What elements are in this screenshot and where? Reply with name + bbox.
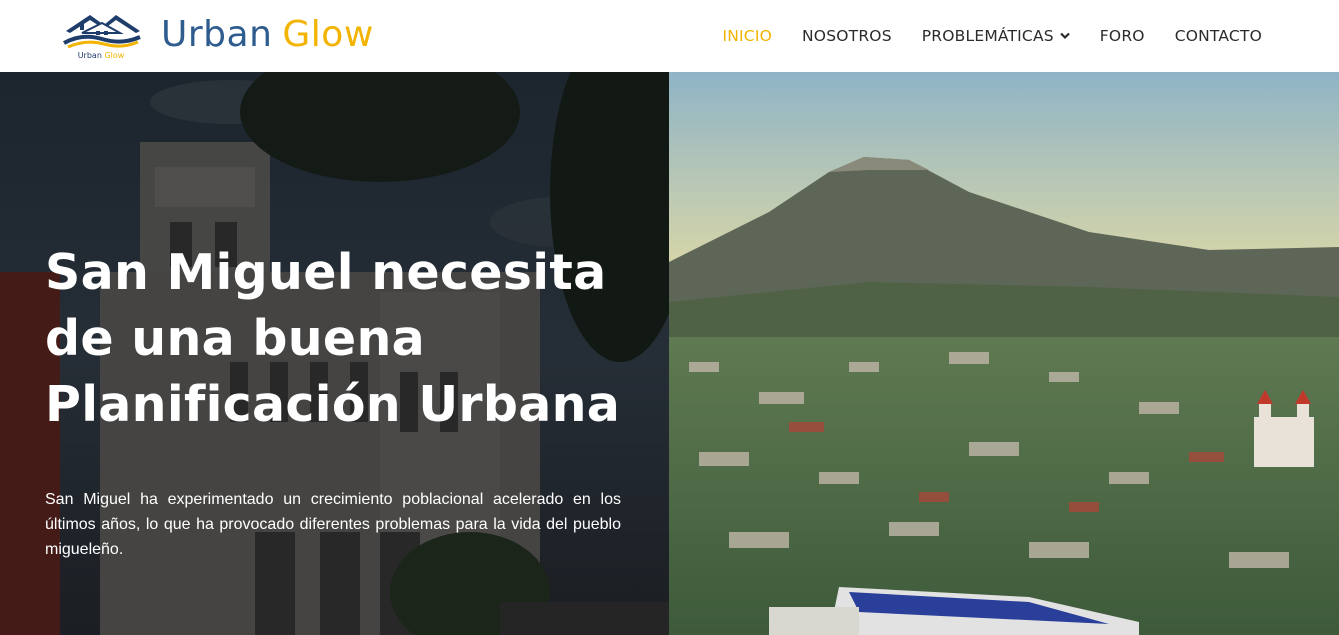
nav-label: INICIO bbox=[722, 27, 773, 45]
nav-label: FORO bbox=[1099, 27, 1145, 45]
nav-item-contacto[interactable]: CONTACTO bbox=[1175, 27, 1262, 45]
logo-house-icon[interactable]: Urban Glow bbox=[60, 9, 142, 61]
chevron-down-icon bbox=[1060, 32, 1070, 40]
brand-word-glow: Glow bbox=[282, 14, 374, 55]
nav-item-problematicas[interactable]: PROBLEMÁTICAS bbox=[922, 27, 1070, 45]
hero-section: San Miguel necesita de una buena Planifi… bbox=[0, 72, 1339, 635]
nav-label: PROBLEMÁTICAS bbox=[921, 27, 1054, 45]
hero-lead-text: San Miguel ha experimentado un crecimien… bbox=[45, 491, 621, 558]
nav-item-nosotros[interactable]: NOSOTROS bbox=[802, 27, 892, 45]
nav-item-inicio[interactable]: INICIO bbox=[722, 27, 772, 45]
nav-label: CONTACTO bbox=[1174, 27, 1262, 45]
svg-text:Urban Glow: Urban Glow bbox=[78, 51, 125, 60]
hero-volcano-city-image bbox=[669, 72, 1339, 635]
nav-label: NOSOTROS bbox=[802, 27, 892, 45]
brand-wordmark[interactable]: Urban Glow bbox=[161, 13, 374, 57]
site-header: Urban Glow Urban Glow INICIO NOSOTROS PRO… bbox=[0, 0, 1339, 72]
nav-item-foro[interactable]: FORO bbox=[1100, 27, 1145, 45]
brand-word-urban: Urban bbox=[161, 14, 273, 55]
hero-headline: San Miguel necesita de una buena Planifi… bbox=[45, 244, 621, 433]
main-nav: INICIO NOSOTROS PROBLEMÁTICAS FORO CONTA… bbox=[692, 0, 1262, 72]
